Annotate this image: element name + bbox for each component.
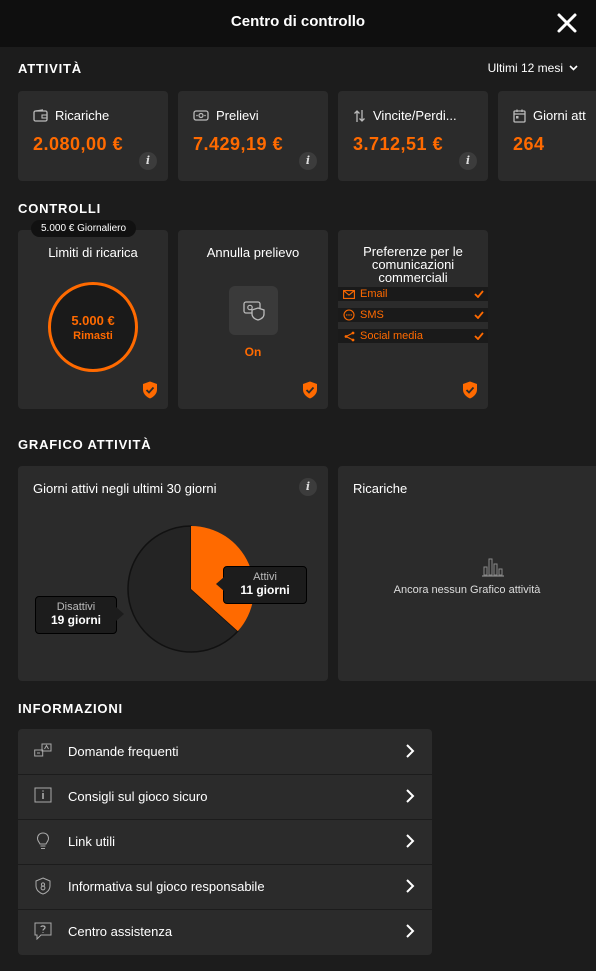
info-section-title: INFORMAZIONI bbox=[18, 701, 123, 716]
stat-label: Vincite/Perdi... bbox=[373, 108, 457, 123]
check-icon bbox=[474, 290, 484, 298]
chat-bubble-icon bbox=[343, 309, 355, 321]
withdrawal-toggle-box bbox=[229, 286, 278, 335]
shield-check-icon bbox=[143, 381, 157, 399]
chevron-right-icon bbox=[406, 834, 415, 848]
communication-preferences-title: Preferenze per le comunicazioni commerci… bbox=[363, 244, 463, 285]
pref-row-email[interactable]: Email bbox=[338, 287, 488, 301]
activity-section-title: ATTIVITÀ bbox=[18, 61, 82, 76]
page-title: Centro di controllo bbox=[230, 13, 366, 30]
stat-label: Giorni att bbox=[533, 108, 586, 123]
stat-value: 2.080,00 € bbox=[33, 134, 124, 154]
shield-check-icon bbox=[303, 381, 317, 399]
remaining-label: Rimasti bbox=[73, 330, 113, 342]
pref-label: SMS bbox=[360, 309, 384, 321]
deposit-limit-title: Limiti di ricarica bbox=[48, 245, 138, 260]
stat-label: Ricariche bbox=[55, 108, 110, 123]
check-icon bbox=[474, 332, 484, 340]
check-icon bbox=[474, 311, 484, 319]
period-selector[interactable]: Ultimi 12 mesi bbox=[488, 61, 578, 75]
bar-chart-icon bbox=[482, 558, 504, 577]
info-link-help-center[interactable]: Centro assistenza bbox=[18, 909, 432, 954]
inactive-tooltip: Disattivi 19 giorni bbox=[35, 596, 124, 634]
stat-card-withdrawals: Prelievi 7.429,19 € i bbox=[178, 91, 328, 181]
wallet-icon bbox=[33, 109, 48, 122]
pref-label: Social media bbox=[360, 330, 423, 342]
stat-card-deposits: Ricariche 2.080,00 € i bbox=[18, 91, 168, 181]
info-box-icon bbox=[34, 787, 52, 803]
stat-value: 264 bbox=[513, 134, 545, 154]
withdrawal-state: On bbox=[244, 345, 262, 359]
help-chat-icon bbox=[34, 922, 52, 940]
pref-label: Email bbox=[360, 288, 388, 300]
cancel-withdrawal-title: Annulla prelievo bbox=[206, 245, 300, 260]
period-label: Ultimi 12 mesi bbox=[487, 61, 563, 75]
wallet-shield-icon bbox=[243, 301, 265, 321]
lightbulb-icon bbox=[36, 832, 50, 849]
inactive-label: Disattivi bbox=[56, 601, 96, 613]
info-link-safe-gaming-tips[interactable]: Consigli sul gioco sicuro bbox=[18, 774, 432, 819]
pref-row-social-media[interactable]: Social media bbox=[338, 329, 488, 343]
info-link-label: Centro assistenza bbox=[68, 924, 173, 939]
active-label: Attivi bbox=[253, 571, 277, 583]
envelope-icon bbox=[343, 289, 355, 299]
info-link-responsible-gaming[interactable]: Informativa sul gioco responsabile bbox=[18, 864, 432, 909]
chevron-right-icon bbox=[406, 744, 415, 758]
empty-chart-message: Ancora nessun Grafico attività bbox=[393, 584, 541, 596]
stat-value: 3.712,51 € bbox=[353, 134, 444, 154]
shield-check-icon bbox=[463, 381, 477, 399]
chart-section-title: GRAFICO ATTIVITÀ bbox=[18, 437, 152, 452]
remaining-amount: 5.000 € bbox=[71, 313, 115, 328]
banknote-icon bbox=[193, 110, 209, 121]
cancel-withdrawal-card[interactable]: Annulla prelievo On bbox=[178, 230, 328, 409]
daily-limit-badge: 5.000 € Giornaliero bbox=[31, 220, 137, 237]
info-link-label: Domande frequenti bbox=[68, 744, 179, 759]
active-tooltip: Attivi 11 giorni bbox=[216, 566, 307, 604]
stat-label: Prelievi bbox=[216, 108, 259, 123]
arrows-up-down-icon bbox=[354, 109, 365, 122]
stat-value: 7.429,19 € bbox=[193, 134, 284, 154]
chevron-right-icon bbox=[406, 879, 415, 893]
chevron-right-icon bbox=[406, 789, 415, 803]
stat-card-active-days: Giorni att 264 bbox=[498, 91, 596, 181]
faq-icon bbox=[34, 743, 52, 757]
recharges-chart-title: Ricariche bbox=[353, 481, 408, 496]
remaining-limit-ring: 5.000 € Rimasti bbox=[48, 282, 138, 372]
info-icon[interactable]: i bbox=[299, 152, 317, 170]
age-badge-icon bbox=[35, 877, 51, 895]
tooltip-arrow bbox=[216, 577, 224, 591]
header-bar: Centro di controllo bbox=[0, 0, 596, 47]
info-link-label: Informativa sul gioco responsabile bbox=[68, 879, 265, 894]
info-link-label: Link utili bbox=[68, 834, 115, 849]
info-link-faq[interactable]: Domande frequenti bbox=[18, 729, 432, 774]
active-value: 11 giorni bbox=[240, 583, 290, 597]
info-icon[interactable]: i bbox=[139, 152, 157, 170]
controls-section-title: CONTROLLI bbox=[18, 201, 102, 216]
calendar-icon bbox=[513, 109, 526, 123]
inactive-value: 19 giorni bbox=[50, 613, 101, 627]
info-link-useful-links[interactable]: Link utili bbox=[18, 819, 432, 864]
info-link-label: Consigli sul gioco sicuro bbox=[68, 789, 208, 804]
share-icon bbox=[344, 331, 354, 341]
pref-row-sms[interactable]: SMS bbox=[338, 308, 488, 322]
chevron-right-icon bbox=[406, 924, 415, 938]
tooltip-arrow bbox=[116, 607, 124, 621]
chevron-down-icon bbox=[569, 65, 578, 71]
close-icon[interactable] bbox=[556, 12, 578, 34]
communication-preferences-card[interactable]: Preferenze per le comunicazioni commerci… bbox=[338, 230, 488, 409]
stat-card-wins-losses: Vincite/Perdi... 3.712,51 € i bbox=[338, 91, 488, 181]
info-icon[interactable]: i bbox=[459, 152, 477, 170]
active-days-chart-card: Giorni attivi negli ultimi 30 giorni i A… bbox=[18, 466, 328, 681]
recharges-chart-card: Ricariche Ancora nessun Grafico attività bbox=[338, 466, 596, 681]
info-links-list: Domande frequenti Consigli sul gioco sic… bbox=[18, 729, 432, 955]
deposit-limit-card[interactable]: Limiti di ricarica 5.000 € Rimasti bbox=[18, 230, 168, 409]
